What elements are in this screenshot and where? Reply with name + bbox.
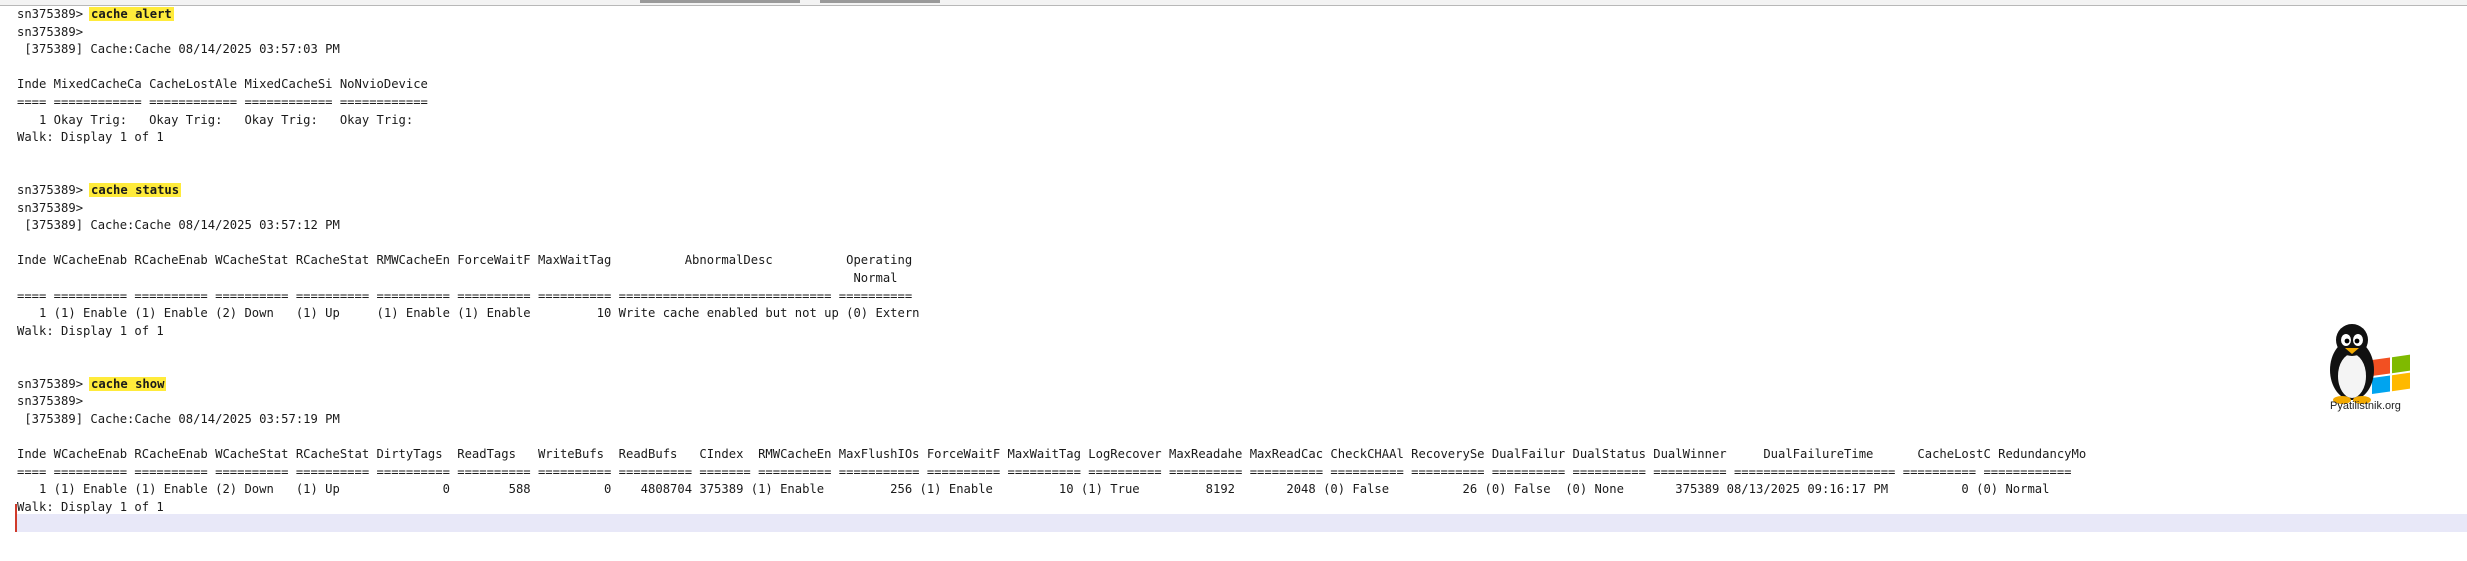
output-line: [375389] Cache:Cache 08/14/2025 03:57:12… (17, 218, 340, 233)
highlighted-command: cache show (89, 376, 167, 391)
output-line: ==== ============ ============ =========… (17, 95, 428, 109)
shell-prompt: sn375389> (17, 183, 84, 197)
tab-marker (640, 0, 800, 3)
logo-caption: Pyatilistnik.org (2330, 400, 2401, 412)
output-line: Inde WCacheEnab RCacheEnab WCacheStat RC… (17, 253, 913, 268)
output-line: sn375389> (17, 24, 84, 39)
output-line: [375389] Cache:Cache 08/14/2025 03:57:03… (17, 42, 340, 57)
output-line: 1 (1) Enable (1) Enable (2) Down (1) Up … (17, 482, 2050, 497)
output-line: Walk: Display 1 of 1 (17, 323, 164, 338)
output-line: Normal (17, 271, 898, 285)
output-line: Walk: Display 1 of 1 (17, 499, 164, 514)
tab-marker (820, 0, 940, 3)
output-line: [375389] Cache:Cache 08/14/2025 03:57:19… (17, 411, 340, 426)
terminal-output[interactable]: sn375389> cache alert sn375389> [375389] C… (15, 6, 2465, 536)
output-line: 1 (1) Enable (1) Enable (2) Down (1) Up … (17, 306, 920, 321)
output-line: Walk: Display 1 of 1 (17, 130, 164, 145)
highlighted-command: cache alert (89, 7, 174, 21)
output-line: 1 Okay Trig: Okay Trig: Okay Trig: Okay … (17, 112, 414, 127)
output-line: ==== ========== ========== ========== ==… (17, 464, 2072, 479)
output-line: sn375389> (17, 200, 84, 215)
command-line: sn375389> cache show (17, 376, 167, 392)
output-line: sn375389> (17, 394, 84, 409)
command-line: sn375389> cache alert (17, 6, 174, 22)
highlighted-command: cache status (89, 183, 182, 197)
shell-prompt: sn375389> (17, 376, 84, 391)
output-line: Inde WCacheEnab RCacheEnab WCacheStat RC… (17, 447, 2087, 461)
output-line: Inde MixedCacheCa CacheLostAle MixedCach… (17, 77, 428, 92)
output-line: ==== ========== ========== ========== ==… (17, 288, 913, 303)
shell-prompt: sn375389> (17, 7, 84, 21)
command-line: sn375389> cache status (17, 182, 182, 198)
